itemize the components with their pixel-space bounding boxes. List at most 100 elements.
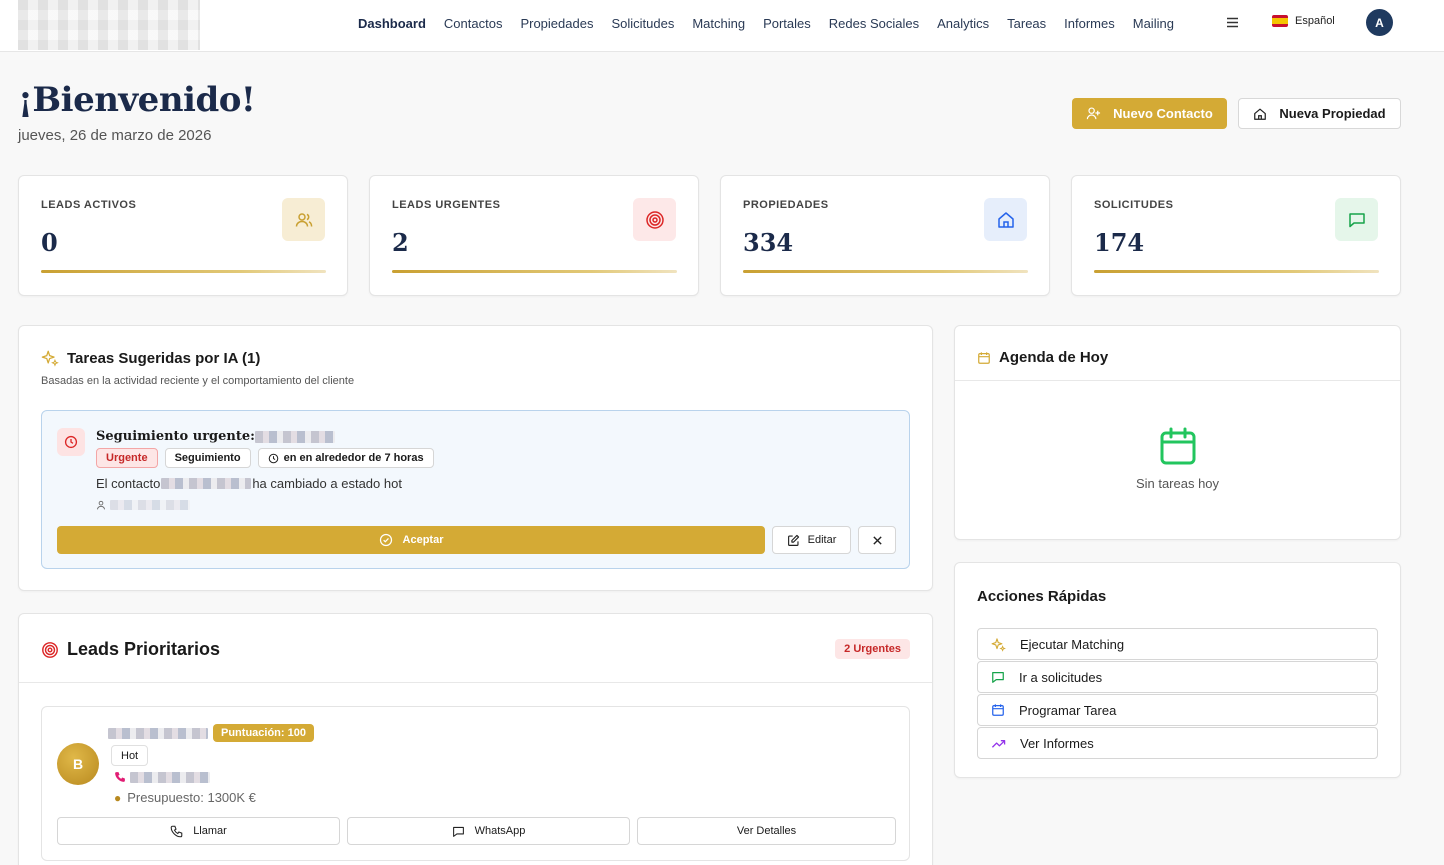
lead-phone[interactable] <box>114 771 210 783</box>
users-icon <box>282 198 325 241</box>
nav-item-solicitudes[interactable]: Solicitudes <box>611 16 674 31</box>
whatsapp-label: WhatsApp <box>474 825 526 837</box>
quick-actions-panel: Acciones Rápidas Ejecutar Matching Ir a … <box>954 562 1401 778</box>
accept-task-button[interactable]: Aceptar <box>57 526 765 554</box>
nav-item-redes-sociales[interactable]: Redes Sociales <box>829 16 919 31</box>
nav-item-tareas[interactable]: Tareas <box>1007 16 1046 31</box>
nav-item-analytics[interactable]: Analytics <box>937 16 989 31</box>
view-details-button[interactable]: Ver Detalles <box>637 817 896 845</box>
trending-up-icon <box>991 739 1006 748</box>
quick-action-view-reports[interactable]: Ver Informes <box>977 727 1378 759</box>
quick-action-schedule-task[interactable]: Programar Tarea <box>977 694 1378 726</box>
lead-name-row: Puntuación: 100 <box>108 724 314 742</box>
stat-card-propiedades[interactable]: PROPIEDADES 334 <box>720 175 1050 296</box>
language-selector[interactable]: Español <box>1272 15 1335 27</box>
type-badge: Seguimiento <box>164 448 251 468</box>
brand-logo[interactable] <box>18 0 200 50</box>
quick-action-go-solicitudes[interactable]: Ir a solicitudes <box>977 661 1378 693</box>
agenda-title: Agenda de Hoy <box>999 349 1109 366</box>
nav-item-dashboard[interactable]: Dashboard <box>358 16 426 31</box>
nav-item-matching[interactable]: Matching <box>692 16 745 31</box>
nav-item-propiedades[interactable]: Propiedades <box>520 16 593 31</box>
lead-budget: ● Presupuesto: 1300K € <box>114 790 256 805</box>
task-desc-suffix: ha cambiado a estado hot <box>252 476 402 491</box>
calendar-icon <box>978 351 990 364</box>
urgent-badge: Urgente <box>96 448 158 468</box>
quick-action-label: Ir a solicitudes <box>1019 669 1103 685</box>
priority-leads-header: Leads Prioritarios <box>41 639 220 660</box>
divider <box>955 380 1400 381</box>
accept-label: Aceptar <box>402 534 444 546</box>
quick-action-run-matching[interactable]: Ejecutar Matching <box>977 628 1378 660</box>
nav-item-informes[interactable]: Informes <box>1064 16 1115 31</box>
stat-value: 174 <box>1094 228 1145 257</box>
phone-icon <box>170 825 183 837</box>
ai-tasks-header: Tareas Sugeridas por IA (1) <box>41 349 260 367</box>
hamburger-menu-icon[interactable] <box>1226 16 1239 29</box>
user-plus-icon <box>1086 107 1101 120</box>
user-avatar[interactable]: A <box>1366 9 1393 36</box>
priority-leads-title: Leads Prioritarios <box>67 639 221 659</box>
quick-actions-list: Ejecutar Matching Ir a solicitudes Progr… <box>977 628 1378 759</box>
edit-label: Editar <box>807 534 837 546</box>
new-property-label: Nueva Propiedad <box>1279 106 1386 121</box>
nav-item-contactos[interactable]: Contactos <box>444 16 503 31</box>
current-date: jueves, 26 de marzo de 2026 <box>18 127 212 144</box>
score-badge: Puntuación: 100 <box>213 724 314 742</box>
stat-value: 0 <box>41 228 58 257</box>
agenda-header: Agenda de Hoy <box>977 349 1108 366</box>
redacted-lead-name <box>108 727 208 739</box>
quick-action-label: Programar Tarea <box>1019 702 1117 718</box>
agenda-empty-state: Sin tareas hoy <box>955 426 1400 491</box>
stat-progress-bar <box>1094 270 1379 273</box>
main-nav: Dashboard Contactos Propiedades Solicitu… <box>358 0 1192 46</box>
spain-flag-icon <box>1272 15 1288 27</box>
new-contact-label: Nuevo Contacto <box>1113 106 1213 121</box>
redacted-assignee <box>110 500 190 510</box>
nav-item-portales[interactable]: Portales <box>763 16 811 31</box>
target-icon <box>633 198 676 241</box>
call-button[interactable]: Llamar <box>57 817 340 845</box>
task-badges: Urgente Seguimiento en en alrededor de 7… <box>96 448 434 468</box>
whatsapp-button[interactable]: WhatsApp <box>347 817 630 845</box>
check-circle-icon <box>379 533 392 547</box>
quick-action-label: Ver Informes <box>1020 735 1094 751</box>
calendar-icon <box>1160 427 1195 465</box>
agenda-panel: Agenda de Hoy Sin tareas hoy <box>954 325 1401 540</box>
close-icon <box>872 535 882 545</box>
task-desc-prefix: El contacto <box>96 476 161 491</box>
redacted-contact-name <box>254 430 335 443</box>
lead-card[interactable]: B Puntuación: 100 Hot ● Presupuesto: 130… <box>41 706 910 861</box>
quick-action-label: Ejecutar Matching <box>1020 636 1125 652</box>
ai-tasks-title: Tareas Sugeridas por IA (1) <box>67 349 261 367</box>
money-bag-icon: ● <box>114 790 122 805</box>
message-icon <box>1335 198 1378 241</box>
task-assignee <box>96 500 190 510</box>
edit-task-button[interactable]: Editar <box>772 526 851 554</box>
budget-text: Presupuesto: 1300K € <box>127 790 256 805</box>
stat-value: 2 <box>392 228 409 257</box>
details-label: Ver Detalles <box>736 825 797 837</box>
new-contact-button[interactable]: Nuevo Contacto <box>1072 98 1227 129</box>
divider <box>19 682 932 683</box>
dismiss-task-button[interactable] <box>858 526 896 554</box>
stat-card-leads-activos[interactable]: LEADS ACTIVOS 0 <box>18 175 348 296</box>
lead-avatar: B <box>57 743 99 785</box>
stat-label: PROPIEDADES <box>743 199 829 211</box>
stat-card-solicitudes[interactable]: SOLICITUDES 174 <box>1071 175 1401 296</box>
page-title: ¡Bienvenido! <box>18 80 256 120</box>
sparkle-icon <box>41 350 59 367</box>
new-property-button[interactable]: Nueva Propiedad <box>1238 98 1401 129</box>
clock-icon <box>268 453 278 463</box>
user-icon <box>97 500 105 510</box>
stat-card-leads-urgentes[interactable]: LEADS URGENTES 2 <box>369 175 699 296</box>
edit-icon <box>787 534 799 546</box>
task-description: El contacto ha cambiado a estado hot <box>96 476 402 491</box>
stat-progress-bar <box>743 270 1028 273</box>
ai-tasks-subtitle: Basadas en la actividad reciente y el co… <box>41 375 355 387</box>
nav-item-mailing[interactable]: Mailing <box>1133 16 1174 31</box>
stat-progress-bar <box>392 270 677 273</box>
time-badge-label: en en alrededor de 7 horas <box>283 452 424 464</box>
top-navbar: Dashboard Contactos Propiedades Solicitu… <box>0 0 1444 52</box>
message-icon <box>452 826 464 837</box>
